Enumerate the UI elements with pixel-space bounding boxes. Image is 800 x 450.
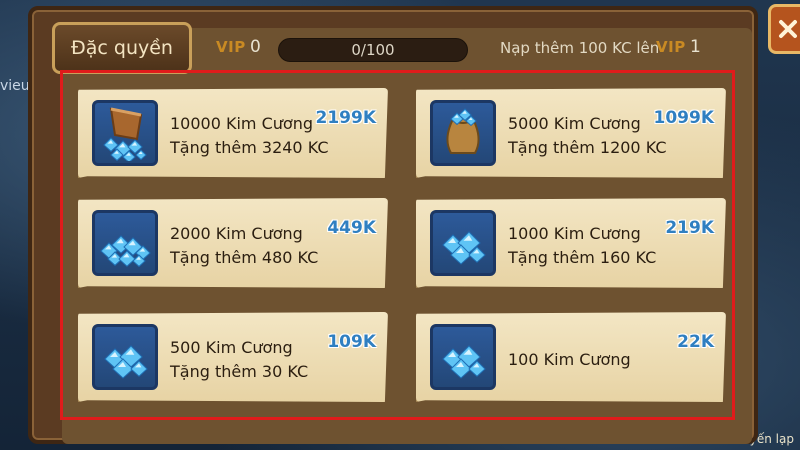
vip-next-label: VIP: [656, 38, 686, 56]
package-bonus: Tặng thêm 1200 KC: [508, 138, 667, 157]
gem-pile-icon: [92, 210, 158, 276]
package-card[interactable]: 500 Kim Cương Tặng thêm 30 KC 109K: [78, 312, 388, 402]
vip-next-level: 1: [690, 37, 701, 57]
close-button[interactable]: [768, 4, 800, 54]
package-price: 109K: [327, 332, 376, 352]
close-icon: [779, 20, 797, 38]
package-card[interactable]: 5000 Kim Cương Tặng thêm 1200 KC 1099K: [416, 88, 726, 178]
package-price: 449K: [327, 218, 376, 238]
package-price: 219K: [665, 218, 714, 238]
gem-sack-icon: [430, 100, 496, 166]
package-price: 1099K: [653, 108, 715, 128]
package-title: 10000 Kim Cương: [170, 114, 313, 133]
package-card[interactable]: 1000 Kim Cương Tặng thêm 160 KC 219K: [416, 198, 726, 288]
gem-bucket-icon: [92, 100, 158, 166]
gem-cluster-icon: [430, 210, 496, 276]
package-title: 500 Kim Cương: [170, 338, 293, 357]
gem-cluster-icon: [430, 324, 496, 390]
package-bonus: Tặng thêm 3240 KC: [170, 138, 329, 157]
vip-progress-bar: 0/100: [278, 38, 468, 62]
vip-current-label: VIP: [216, 38, 246, 56]
topup-note: Nạp thêm 100 KC lên: [500, 39, 660, 57]
package-title: 2000 Kim Cương: [170, 224, 303, 243]
package-title: 1000 Kim Cương: [508, 224, 641, 243]
package-card[interactable]: 10000 Kim Cương Tặng thêm 3240 KC 2199K: [78, 88, 388, 178]
privilege-button[interactable]: Đặc quyền: [52, 22, 192, 74]
package-price: 22K: [677, 332, 714, 352]
package-bonus: Tặng thêm 30 KC: [170, 362, 309, 381]
gem-cluster-icon: [92, 324, 158, 390]
package-bonus: Tặng thêm 160 KC: [508, 248, 657, 267]
privilege-button-label: Đặc quyền: [71, 37, 173, 59]
package-card[interactable]: 2000 Kim Cương Tặng thêm 480 KC 449K: [78, 198, 388, 288]
package-title: 100 Kim Cương: [508, 350, 631, 369]
background-text-left: vieu: [0, 78, 30, 94]
vip-progress-text: 0/100: [351, 41, 395, 59]
package-title: 5000 Kim Cương: [508, 114, 641, 133]
package-card[interactable]: 100 Kim Cương 22K: [416, 312, 726, 402]
vip-current-level: 0: [250, 37, 261, 57]
package-bonus: Tặng thêm 480 KC: [170, 248, 319, 267]
package-price: 2199K: [315, 108, 377, 128]
